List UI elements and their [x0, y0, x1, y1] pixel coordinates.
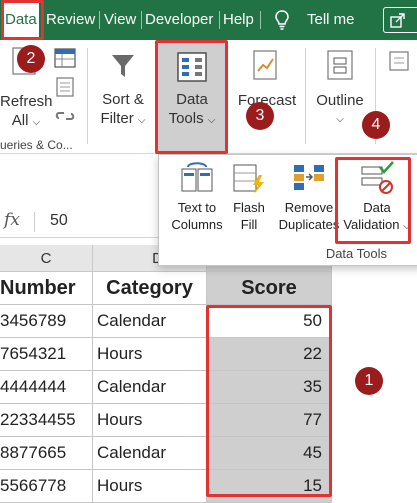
chevron-down-icon: ⌵ [137, 115, 146, 126]
edit-links-icon[interactable] [54, 106, 76, 126]
share-button[interactable] [383, 7, 417, 33]
tab-view[interactable]: View [104, 0, 136, 40]
highlight-data-tools [155, 40, 228, 154]
cell-category[interactable]: Hours [93, 470, 207, 503]
cell-number[interactable]: 7654321 [0, 338, 93, 371]
cell-category[interactable]: Calendar [93, 305, 207, 338]
queries-connections-group-label: ueries & Co... [0, 138, 73, 152]
table-header-number[interactable]: Number [0, 272, 93, 305]
remove-duplicates-label-1: Remove [284, 200, 334, 215]
share-icon [390, 13, 405, 28]
refresh-all-button[interactable]: Refresh All ⌵ [0, 92, 53, 132]
formula-input[interactable]: 50 [50, 212, 68, 230]
text-to-columns-label-2: Columns [171, 217, 223, 232]
cell-number[interactable]: 8877665 [0, 437, 93, 470]
step-badge-2: 2 [17, 45, 45, 73]
refresh-all-label-2: All [11, 112, 29, 129]
refresh-all-label-1: Refresh [0, 93, 53, 110]
highlight-data-validation [335, 157, 411, 244]
cell-number[interactable]: 4444444 [0, 371, 93, 404]
table-header-category[interactable]: Category [93, 272, 207, 305]
tell-me-search[interactable]: Tell me [307, 0, 355, 40]
flash-fill-label-1: Flash [233, 200, 265, 215]
text-to-columns-button[interactable]: Text to Columns [165, 159, 229, 233]
queries-connections-icon[interactable] [54, 48, 76, 68]
chevron-down-icon: ⌵ [32, 117, 41, 128]
tab-divider [260, 11, 261, 29]
cell-category[interactable]: Hours [93, 338, 207, 371]
sort-filter-label-1: Sort & [102, 91, 144, 108]
cell-number[interactable]: 3456789 [0, 305, 93, 338]
ribbon-tab-bar: Data Review View Developer Help Tell me [0, 0, 417, 40]
outline-button[interactable]: Outline ⌵ [310, 91, 370, 129]
properties-icon[interactable] [54, 77, 76, 97]
data-tools-group-label: Data Tools [325, 246, 387, 261]
text-to-columns-label-1: Text to [177, 200, 217, 215]
flash-fill-label-2: Fill [240, 217, 258, 232]
remove-duplicates-label-2: Duplicates [278, 217, 340, 232]
tab-divider [219, 11, 220, 29]
cell-category[interactable]: Hours [93, 404, 207, 437]
cell-number[interactable]: 5566778 [0, 470, 93, 503]
tab-divider [141, 11, 142, 29]
outline-label: Outline [316, 92, 364, 109]
cell-number[interactable]: 22334455 [0, 404, 93, 437]
tab-divider [99, 11, 100, 29]
step-badge-4: 4 [362, 111, 390, 139]
remove-duplicates-button[interactable]: Remove Duplicates [277, 159, 341, 233]
ribbon-group-divider [87, 48, 88, 144]
tab-help[interactable]: Help [223, 0, 254, 40]
highlight-data-tab [1, 0, 44, 40]
formula-bar: fx 50 [0, 206, 160, 238]
text-to-columns-icon [181, 162, 213, 192]
flash-fill-button[interactable]: Flash Fill [229, 159, 269, 233]
outline-group-icon [327, 50, 353, 80]
sort-filter-button[interactable]: Sort & Filter ⌵ [96, 90, 150, 130]
table-header-score[interactable]: Score [207, 272, 332, 305]
highlight-score-range [206, 305, 332, 497]
chevron-down-icon: ⌵ [336, 114, 344, 125]
lightbulb-icon [275, 10, 289, 30]
cell-category[interactable]: Calendar [93, 371, 207, 404]
step-badge-1: 1 [355, 367, 383, 395]
tab-developer[interactable]: Developer [145, 0, 216, 40]
column-header-c[interactable]: C [0, 245, 93, 272]
tab-review[interactable]: Review [46, 0, 95, 40]
flash-fill-icon [233, 164, 264, 194]
cell-category[interactable]: Calendar [93, 437, 207, 470]
step-badge-3: 3 [246, 102, 274, 130]
fx-icon[interactable]: fx [4, 210, 20, 230]
filter-funnel-icon [112, 55, 134, 77]
ribbon-group-divider [305, 48, 306, 144]
analysis-icon[interactable] [388, 50, 410, 72]
remove-duplicates-icon [294, 165, 324, 190]
forecast-sheet-icon [253, 50, 277, 80]
sort-filter-label-2: Filter [100, 110, 134, 127]
formula-divider [34, 212, 35, 232]
